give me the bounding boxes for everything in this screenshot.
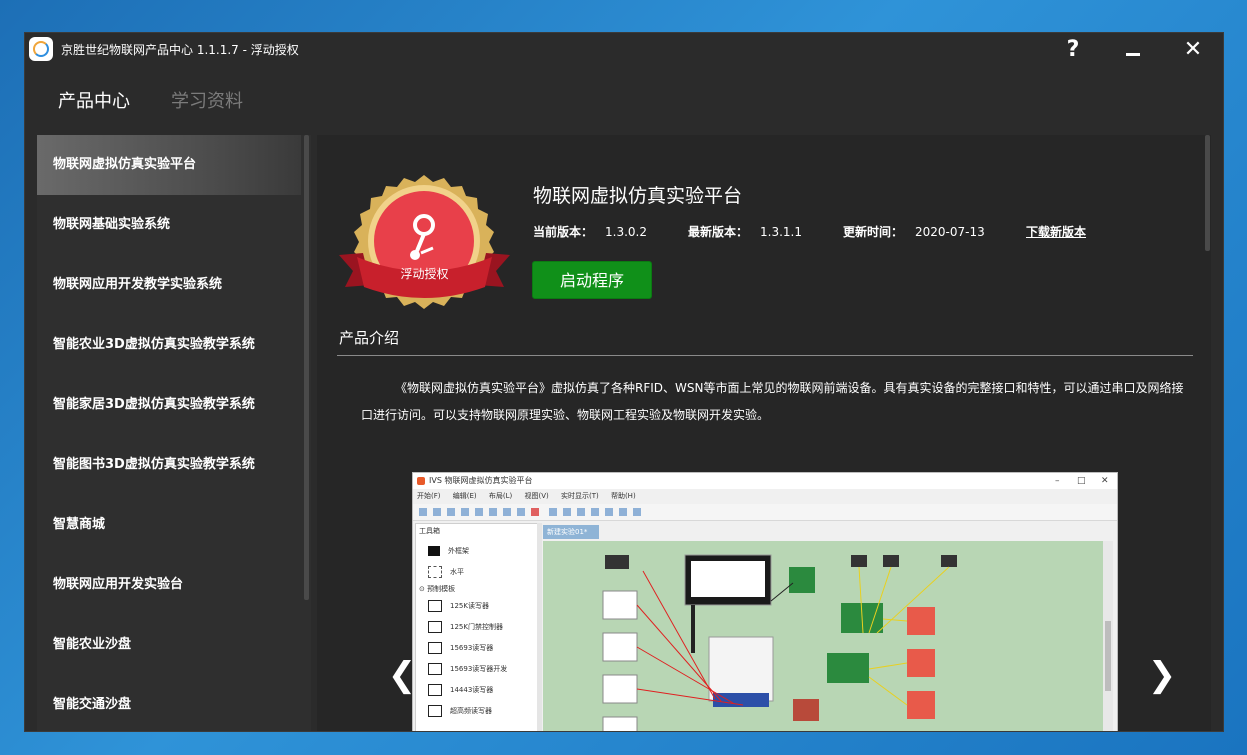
ss-tool-icon — [503, 508, 511, 516]
ss-tool-icon — [475, 508, 483, 516]
tab-learning-materials[interactable]: 学习资料 — [171, 87, 243, 113]
sidebar-scrollbar[interactable] — [304, 135, 309, 600]
ss-menu-item: 实时显示(T) — [560, 492, 599, 500]
badge-label: 浮动授权 — [400, 267, 449, 281]
ss-device-icon — [428, 705, 442, 717]
ss-frame-icon — [428, 546, 440, 556]
sidebar-item-traffic-sandbox[interactable]: 智能交通沙盘 — [37, 675, 301, 731]
update-time-value: 2020-07-13 — [915, 225, 985, 239]
ss-panel-item: 15693读写器 — [450, 644, 494, 652]
ss-device-icon — [428, 642, 442, 654]
ss-tool-icon — [531, 508, 539, 516]
ss-device-icon — [428, 663, 442, 675]
ss-menu-item: 编辑(E) — [452, 492, 477, 500]
ivs-app-icon — [417, 477, 425, 485]
ss-scroll-thumb — [1105, 621, 1111, 691]
screenshot-menubar: 开始(F) 编辑(E) 布局(L) 视图(V) 实时显示(T) 帮助(H) — [413, 489, 1117, 503]
sidebar-item-agri-sandbox[interactable]: 智能农业沙盘 — [37, 615, 301, 675]
launch-program-button[interactable]: 启动程序 — [532, 261, 652, 299]
ss-canvas-scrollbar — [1103, 541, 1113, 731]
product-description: 《物联网虚拟仿真实验平台》虚拟仿真了各种RFID、WSN等市面上常见的物联网前端… — [361, 381, 1184, 422]
close-button[interactable]: ✕ — [1173, 35, 1213, 65]
update-time-label: 更新时间： — [843, 225, 904, 239]
ss-menu-item: 视图(V) — [524, 492, 549, 500]
ss-tool-icon — [549, 508, 557, 516]
ss-panel-scrollbar — [537, 523, 542, 731]
minimize-button[interactable] — [1113, 35, 1153, 65]
screenshot-toolbox-panel: 工具箱 外框架 水平 ⊙ 预制模板 125K读写器 125K门禁控制器 1569… — [415, 523, 539, 731]
tab-product-center[interactable]: 产品中心 — [58, 87, 130, 113]
product-title: 物联网虚拟仿真实验平台 — [533, 185, 743, 207]
gallery-prev-button[interactable]: ❮ — [387, 655, 417, 695]
latest-version: 最新版本： 1.3.1.1 — [688, 223, 802, 240]
ss-tool-icon — [419, 508, 427, 516]
ss-device-icon — [428, 684, 442, 696]
ss-close-icon: ✕ — [1101, 476, 1109, 486]
app-window: 京胜世纪物联网产品中心 1.1.1.7 - 浮动授权 ? ✕ 产品中心 学习资料… — [24, 32, 1224, 732]
ss-device-icon — [428, 621, 442, 633]
current-version-value: 1.3.0.2 — [605, 225, 647, 239]
ss-minimize-icon: – — [1055, 476, 1060, 486]
ss-panel-item: 超高频读写器 — [450, 707, 492, 715]
ss-tool-icon — [577, 508, 585, 516]
current-version: 当前版本： 1.3.0.2 — [533, 223, 647, 240]
sidebar-item-agri-3d[interactable]: 智能农业3D虚拟仿真实验教学系统 — [37, 315, 301, 375]
ss-panel-item: 外框架 — [448, 547, 469, 555]
screenshot-title: IVS 物联网虚拟仿真实验平台 — [429, 476, 533, 485]
sidebar-item-basic-lab[interactable]: 物联网基础实验系统 — [37, 195, 301, 255]
intro-heading: 产品介绍 — [339, 329, 400, 347]
ss-menu-item: 布局(L) — [488, 492, 513, 500]
ss-device-icon — [428, 600, 442, 612]
sidebar-item-virtual-sim[interactable]: 物联网虚拟仿真实验平台 — [37, 135, 301, 195]
screenshot-toolbar — [413, 504, 1117, 521]
sidebar-item-home-3d[interactable]: 智能家居3D虚拟仿真实验教学系统 — [37, 375, 301, 435]
product-screenshot: IVS 物联网虚拟仿真实验平台 – □ ✕ 开始(F) 编辑(E) 布局(L) … — [412, 472, 1118, 731]
ss-experiment-canvas — [543, 541, 1103, 731]
ss-panel-item: 15693读写器开发 — [450, 665, 508, 673]
download-new-version-link[interactable]: 下载新版本 — [1026, 223, 1086, 240]
ss-tool-icon — [461, 508, 469, 516]
product-detail: 浮动授权 物联网虚拟仿真实验平台 当前版本： 1.3.0.2 最新版本： 1.3.1… — [317, 135, 1211, 731]
minimize-icon — [1126, 53, 1140, 56]
title-bar: 京胜世纪物联网产品中心 1.1.1.7 - 浮动授权 ? ✕ — [25, 33, 1223, 67]
ss-tool-icon — [619, 508, 627, 516]
content-scrollbar[interactable] — [1205, 135, 1210, 251]
ss-tool-icon — [591, 508, 599, 516]
ss-menu-item: 帮助(H) — [610, 492, 636, 500]
ss-document-tab: 新建实验01* — [543, 525, 599, 539]
ss-tool-icon — [447, 508, 455, 516]
ss-panel-group: 预制模板 — [427, 585, 456, 593]
ss-tool-icon — [517, 508, 525, 516]
sidebar-item-smart-mall[interactable]: 智慧商城 — [37, 495, 301, 555]
latest-version-label: 最新版本： — [688, 225, 749, 239]
sidebar-item-app-dev-teaching[interactable]: 物联网应用开发教学实验系统 — [37, 255, 301, 315]
ss-tool-icon — [563, 508, 571, 516]
product-sidebar: 物联网虚拟仿真实验平台 物联网基础实验系统 物联网应用开发教学实验系统 智能农业… — [37, 135, 311, 731]
ss-collapse-icon: ⊙ — [419, 585, 428, 593]
help-button[interactable]: ? — [1053, 35, 1093, 65]
ss-maximize-icon: □ — [1077, 476, 1086, 486]
ss-tool-icon — [489, 508, 497, 516]
ss-grid-icon — [428, 566, 442, 578]
current-version-label: 当前版本： — [533, 225, 594, 239]
ss-tool-icon — [433, 508, 441, 516]
ss-menu-item: 开始(F) — [417, 492, 441, 500]
app-logo-icon — [29, 37, 53, 61]
window-title: 京胜世纪物联网产品中心 1.1.1.7 - 浮动授权 — [61, 43, 299, 57]
ss-tool-icon — [633, 508, 641, 516]
sidebar-item-dev-bench[interactable]: 物联网应用开发实验台 — [37, 555, 301, 615]
ss-panel-title: 工具箱 — [419, 527, 440, 535]
ss-panel-item: 125K门禁控制器 — [450, 623, 503, 631]
screenshot-titlebar: IVS 物联网虚拟仿真实验平台 – □ ✕ — [413, 473, 1117, 489]
ss-panel-item: 14443读写器 — [450, 686, 494, 694]
latest-version-value: 1.3.1.1 — [760, 225, 802, 239]
update-time: 更新时间： 2020-07-13 — [843, 223, 985, 240]
intro-divider — [337, 355, 1193, 356]
ss-panel-item: 水平 — [450, 568, 464, 576]
ss-panel-item: 125K读写器 — [450, 602, 489, 610]
gallery-next-button[interactable]: ❯ — [1147, 655, 1177, 695]
sidebar-item-library-3d[interactable]: 智能图书3D虚拟仿真实验教学系统 — [37, 435, 301, 495]
ss-tool-icon — [605, 508, 613, 516]
